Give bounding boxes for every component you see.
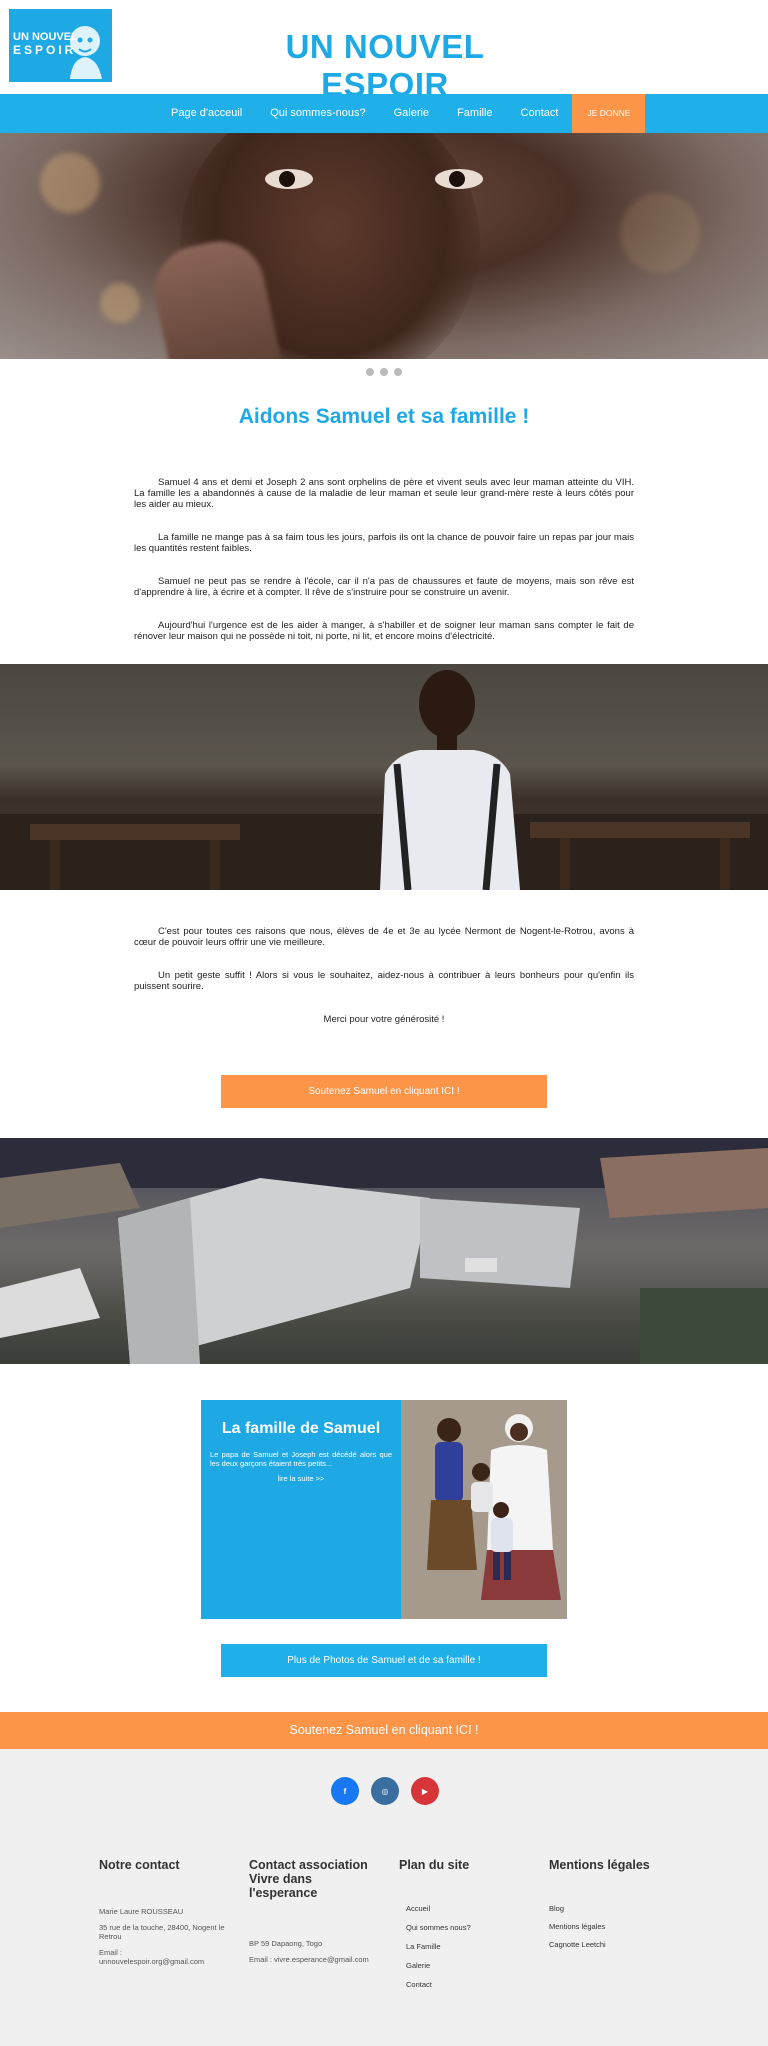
school-illustration [0, 1138, 768, 1364]
story-paragraph-4: Aujourd'hui l'urgence est de les aider à… [134, 620, 634, 642]
family-photo [401, 1400, 567, 1619]
classroom-illustration [0, 670, 768, 890]
story-paragraph-2: La famille ne mange pas à sa faim tous l… [134, 532, 634, 554]
legal-link-leetchi[interactable]: Cagnotte Leetchi [549, 1940, 679, 1949]
family-card-title: La famille de Samuel [221, 1420, 381, 1437]
footer-sitemap: Plan du site Accueil Qui sommes nous? La… [399, 1858, 529, 1999]
story-paragraph-3: Samuel ne peut pas se rendre à l'école, … [134, 576, 634, 598]
more-photos-button[interactable]: Plus de Photos de Samuel et de sa famill… [221, 1644, 547, 1677]
association-email[interactable]: Email : vivre.esperance@gmail.com [249, 1955, 379, 1964]
main-nav: Page d'acceuil Qui sommes-nous? Galerie … [0, 94, 768, 133]
appeal-text: C'est pour toutes ces raisons que nous, … [134, 926, 634, 1025]
site-footer: f ◎ ▶ Notre contact Marie Laure ROUSSEAU… [0, 1749, 768, 2046]
nav-item-home[interactable]: Page d'acceuil [157, 94, 256, 133]
page-title: Aidons Samuel et sa famille ! [238, 405, 530, 428]
carousel-dot-3[interactable] [394, 368, 402, 376]
child-face-icon [70, 26, 102, 79]
contact-address: 35 rue de la touche, 28400, Nogent le Re… [99, 1923, 225, 1941]
donate-button[interactable]: JE DONNE [572, 94, 646, 133]
carousel-dots [0, 359, 768, 385]
contact-name: Marie Laure ROUSSEAU [99, 1907, 184, 1916]
footer-association-title: Contact association Vivre dans l'esperan… [249, 1858, 368, 1900]
family-card-description: Le papa de Samuel et Joseph est décédé a… [210, 1450, 392, 1468]
legal-link-blog[interactable]: Blog [549, 1904, 679, 1913]
footer-contact-title: Notre contact [99, 1858, 180, 1872]
nav-item-contact[interactable]: Contact [507, 94, 573, 133]
read-more-link[interactable]: lire la suite >> [210, 1474, 392, 1483]
hero-image-child [0, 133, 768, 359]
sitemap-link-gallery[interactable]: Galerie [406, 1961, 529, 1970]
instagram-icon[interactable]: ◎ [371, 1777, 399, 1805]
footer-legal: Mentions légales Blog Mentions légales C… [549, 1858, 679, 1959]
story-paragraph-1: Samuel 4 ans et demi et Joseph 2 ans son… [134, 477, 634, 510]
nav-item-gallery[interactable]: Galerie [380, 94, 443, 133]
association-address: BP 59 Dapaong, Togo [249, 1939, 323, 1948]
footer-association: Contact association Vivre dans l'esperan… [249, 1858, 379, 1971]
photo-boy-classroom [0, 664, 768, 890]
family-card: La famille de Samuel Le papa de Samuel e… [201, 1400, 567, 1619]
sitemap-link-contact[interactable]: Contact [406, 1980, 529, 1989]
site-header: UN NOUVEL ESPOIR UN NOUVEL ESPOIR [0, 0, 768, 103]
youtube-icon[interactable]: ▶ [411, 1777, 439, 1805]
footer-contact: Notre contact Marie Laure ROUSSEAU 35 ru… [99, 1858, 229, 1973]
carousel-dot-2[interactable] [380, 368, 388, 376]
sitemap-link-about[interactable]: Qui sommes nous? [406, 1923, 529, 1932]
sitemap-link-home[interactable]: Accueil [406, 1904, 529, 1913]
support-banner-button[interactable]: Soutenez Samuel en cliquant ICI ! [0, 1712, 768, 1749]
facebook-icon[interactable]: f [331, 1777, 359, 1805]
photo-school-aerial [0, 1138, 768, 1364]
nav-item-about[interactable]: Qui sommes-nous? [256, 94, 379, 133]
support-button[interactable]: Soutenez Samuel en cliquant ICI ! [221, 1075, 547, 1108]
family-illustration [401, 1400, 567, 1619]
nav-item-family[interactable]: Famille [443, 94, 506, 133]
footer-sitemap-title: Plan du site [399, 1858, 470, 1872]
eye-right-icon [435, 169, 483, 189]
sitemap-link-family[interactable]: La Famille [406, 1942, 529, 1951]
footer-legal-title: Mentions légales [549, 1858, 650, 1872]
social-links: f ◎ ▶ [331, 1777, 439, 1805]
contact-email[interactable]: Email : unnouvelespoir.org@gmail.com [99, 1948, 229, 1966]
family-card-text: La famille de Samuel Le papa de Samuel e… [201, 1400, 401, 1619]
legal-link-mentions[interactable]: Mentions légales [549, 1922, 679, 1931]
story-text: Samuel 4 ans et demi et Joseph 2 ans son… [134, 477, 634, 642]
thanks-text: Merci pour votre générosité ! [323, 1014, 445, 1025]
site-title: UN NOUVEL ESPOIR [285, 28, 485, 103]
appeal-paragraph-2: Un petit geste suffit ! Alors si vous le… [134, 970, 634, 992]
site-logo[interactable]: UN NOUVEL ESPOIR [9, 9, 112, 82]
eye-left-icon [265, 169, 313, 189]
carousel-dot-1[interactable] [366, 368, 374, 376]
appeal-paragraph-1: C'est pour toutes ces raisons que nous, … [134, 926, 634, 948]
